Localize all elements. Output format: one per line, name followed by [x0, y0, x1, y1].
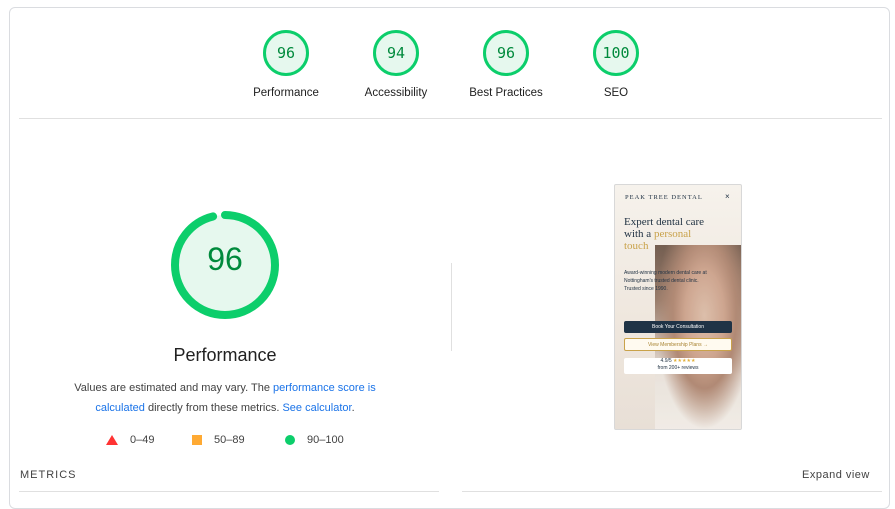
desc-text: Values are estimated and may vary. The [74, 382, 273, 394]
category-performance[interactable]: 96 Performance [231, 30, 341, 99]
circle-icon [285, 435, 295, 445]
score-gauge: 94 [373, 30, 419, 76]
headline-line: with a [624, 228, 654, 240]
category-label: SEO [603, 87, 629, 99]
expand-view-toggle[interactable]: Expand view [802, 469, 870, 481]
desc-text: . [351, 402, 355, 414]
book-consultation-button: Book Your Consultation [624, 321, 732, 333]
membership-plans-button: View Membership Plans → [624, 338, 732, 351]
metrics-heading: METRICS [20, 469, 77, 481]
performance-title: Performance [173, 345, 277, 365]
metrics-divider-right [462, 491, 882, 492]
score-gauge: 96 [263, 30, 309, 76]
see-calculator-link[interactable]: See calculator [282, 402, 351, 414]
category-label: Performance [253, 87, 319, 99]
legend-average: 50–89 [192, 433, 245, 447]
score-gauge: 96 [483, 30, 529, 76]
rating-sub: from 200+ reviews [657, 365, 699, 371]
legend-fail: 0–49 [106, 433, 154, 447]
headline-line: Expert dental care [624, 216, 705, 228]
rating-value: 4.9/5 [660, 358, 672, 364]
legend-range: 50–89 [214, 434, 245, 446]
square-icon [192, 435, 202, 445]
score-value: 96 [496, 44, 516, 62]
score-gauge: 100 [593, 30, 639, 76]
score-value: 100 [602, 44, 630, 62]
final-screenshot-preview[interactable]: PEAK TREE DENTAL × Expert dental care wi… [614, 184, 742, 430]
score-value: 96 [276, 44, 296, 62]
category-label: Accessibility [364, 87, 428, 99]
performance-score: 96 [207, 241, 243, 277]
score-value: 94 [386, 44, 406, 62]
legend-range: 0–49 [130, 434, 155, 446]
performance-description: Values are estimated and may vary. The p… [50, 378, 400, 418]
headline-highlight: personal [653, 228, 692, 240]
site-brand: PEAK TREE DENTAL [625, 194, 703, 201]
metrics-divider-left [19, 491, 439, 492]
category-seo[interactable]: 100 SEO [561, 30, 671, 99]
triangle-icon [106, 435, 118, 445]
category-scores: 96 Performance 94 Accessibility 96 Best … [10, 8, 889, 118]
section-divider [19, 118, 882, 119]
hero-body: Award-winning modern dental care at Nott… [624, 270, 707, 292]
close-icon: × [725, 192, 730, 201]
category-label: Best Practices [469, 87, 543, 99]
legend-pass: 90–100 [285, 433, 344, 447]
legend-range: 90–100 [307, 434, 344, 446]
vertical-divider [451, 263, 452, 351]
desc-text: directly from these metrics. [144, 402, 283, 414]
category-best-practices[interactable]: 96 Best Practices [451, 30, 561, 99]
rating-box: 4.9/5 ★★★★★ from 200+ reviews [624, 358, 732, 374]
hero-headline: Expert dental care with a personal touch [624, 216, 734, 252]
star-icons: ★★★★★ [673, 358, 696, 364]
report-card: 96 Performance 94 Accessibility 96 Best … [9, 7, 890, 509]
category-accessibility[interactable]: 94 Accessibility [341, 30, 451, 99]
headline-line: touch [624, 240, 649, 252]
